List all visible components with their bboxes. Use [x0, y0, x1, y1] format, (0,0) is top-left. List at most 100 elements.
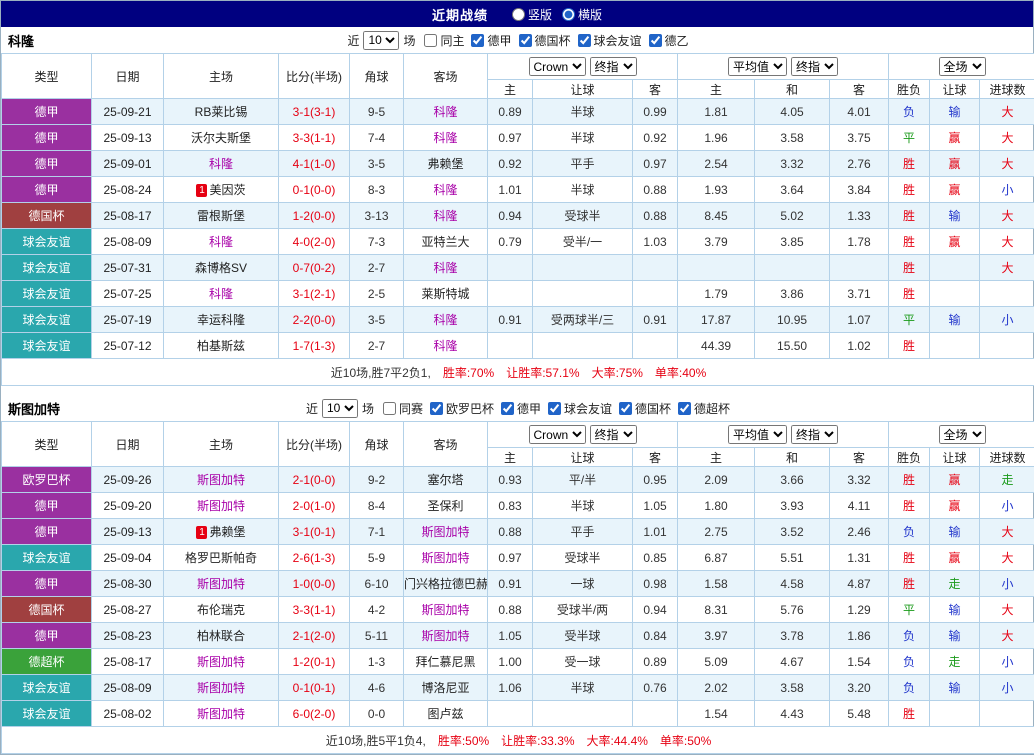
filter-league-1[interactable]: 德甲: [471, 32, 511, 49]
home-team[interactable]: 柏基斯兹: [164, 333, 279, 359]
away-team[interactable]: 圣保利: [404, 493, 488, 519]
filter-same-checkbox[interactable]: [424, 34, 437, 47]
home-team[interactable]: 斯图加特: [164, 571, 279, 597]
home-team-name[interactable]: 斯图加特: [197, 681, 245, 695]
home-team-name[interactable]: 柏林联合: [197, 629, 245, 643]
away-team[interactable]: 科隆: [404, 177, 488, 203]
away-team-name[interactable]: 斯图加特: [421, 551, 469, 565]
away-team[interactable]: 亚特兰大: [404, 229, 488, 255]
home-team[interactable]: 雷根斯堡: [164, 203, 279, 229]
odds-source-select-1[interactable]: Crown: [529, 425, 586, 444]
filter-league-1-checkbox[interactable]: [430, 402, 443, 415]
away-team[interactable]: 科隆: [404, 99, 488, 125]
home-team-name[interactable]: 格罗巴斯帕奇: [185, 551, 257, 565]
home-team-name[interactable]: 布伦瑞克: [197, 603, 245, 617]
home-team-name[interactable]: 美因茨: [209, 183, 245, 197]
away-team[interactable]: 门兴格拉德巴赫: [404, 571, 488, 597]
away-team-name[interactable]: 斯图加特: [421, 603, 469, 617]
layout-radio-input[interactable]: [562, 8, 575, 21]
home-team[interactable]: 格罗巴斯帕奇: [164, 545, 279, 571]
home-team-name[interactable]: 斯图加特: [197, 499, 245, 513]
filter-league-5-checkbox[interactable]: [678, 402, 691, 415]
filter-same[interactable]: 同赛: [383, 400, 423, 417]
odds-source-select-2[interactable]: 终指: [590, 57, 637, 76]
home-team[interactable]: 斯图加特: [164, 649, 279, 675]
home-team-name[interactable]: RB莱比锡: [195, 105, 248, 119]
away-team[interactable]: 科隆: [404, 203, 488, 229]
away-team-name[interactable]: 科隆: [433, 131, 457, 145]
home-team[interactable]: 柏林联合: [164, 623, 279, 649]
home-team-name[interactable]: 斯图加特: [197, 577, 245, 591]
away-team-name[interactable]: 亚特兰大: [421, 235, 469, 249]
layout-radio-1[interactable]: 竖版: [512, 6, 552, 23]
layout-radio-input[interactable]: [512, 8, 525, 21]
layout-radio-2[interactable]: 横版: [562, 6, 602, 23]
home-team[interactable]: 1美因茨: [164, 177, 279, 203]
home-team-name[interactable]: 科隆: [209, 287, 233, 301]
filter-league-1-checkbox[interactable]: [471, 34, 484, 47]
home-team-name[interactable]: 雷根斯堡: [197, 209, 245, 223]
recent-count-select[interactable]: 10: [363, 31, 399, 50]
away-team[interactable]: 拜仁慕尼黑: [404, 649, 488, 675]
away-team[interactable]: 塞尔塔: [404, 467, 488, 493]
home-team-name[interactable]: 斯图加特: [197, 473, 245, 487]
home-team[interactable]: 科隆: [164, 151, 279, 177]
result-source-select-1[interactable]: 全场: [939, 425, 986, 444]
away-team-name[interactable]: 圣保利: [427, 499, 463, 513]
home-team[interactable]: 科隆: [164, 229, 279, 255]
home-team-name[interactable]: 幸运科隆: [197, 313, 245, 327]
home-team[interactable]: 布伦瑞克: [164, 597, 279, 623]
filter-league-4[interactable]: 德国杯: [619, 400, 671, 417]
away-team-name[interactable]: 科隆: [433, 105, 457, 119]
away-team-name[interactable]: 弗赖堡: [427, 157, 463, 171]
odds-source-select-1[interactable]: Crown: [529, 57, 586, 76]
filter-league-4-checkbox[interactable]: [619, 402, 632, 415]
away-team-name[interactable]: 科隆: [433, 339, 457, 353]
home-team-name[interactable]: 科隆: [209, 235, 233, 249]
away-team[interactable]: 科隆: [404, 255, 488, 281]
avg-source-select-2[interactable]: 终指: [791, 57, 838, 76]
filter-league-3[interactable]: 球会友谊: [548, 400, 612, 417]
away-team[interactable]: 科隆: [404, 307, 488, 333]
filter-league-2-checkbox[interactable]: [501, 402, 514, 415]
away-team-name[interactable]: 斯图加特: [421, 629, 469, 643]
home-team[interactable]: 沃尔夫斯堡: [164, 125, 279, 151]
away-team-name[interactable]: 科隆: [433, 313, 457, 327]
away-team[interactable]: 弗赖堡: [404, 151, 488, 177]
away-team-name[interactable]: 博洛尼亚: [421, 681, 469, 695]
home-team-name[interactable]: 斯图加特: [197, 655, 245, 669]
avg-source-select-1[interactable]: 平均值: [728, 425, 787, 444]
avg-source-select-1[interactable]: 平均值: [728, 57, 787, 76]
filter-league-3-checkbox[interactable]: [578, 34, 591, 47]
away-team-name[interactable]: 图卢兹: [427, 707, 463, 721]
away-team[interactable]: 莱斯特城: [404, 281, 488, 307]
filter-league-2-checkbox[interactable]: [519, 34, 532, 47]
filter-league-1[interactable]: 欧罗巴杯: [430, 400, 494, 417]
home-team[interactable]: 斯图加特: [164, 493, 279, 519]
home-team-name[interactable]: 森博格SV: [195, 261, 247, 275]
away-team[interactable]: 科隆: [404, 125, 488, 151]
home-team[interactable]: 科隆: [164, 281, 279, 307]
away-team-name[interactable]: 拜仁慕尼黑: [415, 655, 475, 669]
filter-league-3-checkbox[interactable]: [548, 402, 561, 415]
filter-league-3[interactable]: 球会友谊: [578, 32, 642, 49]
home-team[interactable]: RB莱比锡: [164, 99, 279, 125]
away-team[interactable]: 斯图加特: [404, 623, 488, 649]
home-team[interactable]: 斯图加特: [164, 467, 279, 493]
home-team-name[interactable]: 柏基斯兹: [197, 339, 245, 353]
filter-league-2[interactable]: 德国杯: [519, 32, 571, 49]
home-team-name[interactable]: 弗赖堡: [209, 525, 245, 539]
odds-source-select-2[interactable]: 终指: [590, 425, 637, 444]
filter-league-5[interactable]: 德超杯: [678, 400, 730, 417]
filter-same[interactable]: 同主: [424, 32, 464, 49]
away-team-name[interactable]: 斯图加特: [421, 525, 469, 539]
recent-count-select[interactable]: 10: [322, 399, 358, 418]
away-team[interactable]: 斯图加特: [404, 597, 488, 623]
home-team[interactable]: 森博格SV: [164, 255, 279, 281]
filter-league-4-checkbox[interactable]: [649, 34, 662, 47]
filter-same-checkbox[interactable]: [383, 402, 396, 415]
home-team[interactable]: 幸运科隆: [164, 307, 279, 333]
away-team-name[interactable]: 莱斯特城: [421, 287, 469, 301]
away-team-name[interactable]: 科隆: [433, 183, 457, 197]
away-team-name[interactable]: 科隆: [433, 261, 457, 275]
